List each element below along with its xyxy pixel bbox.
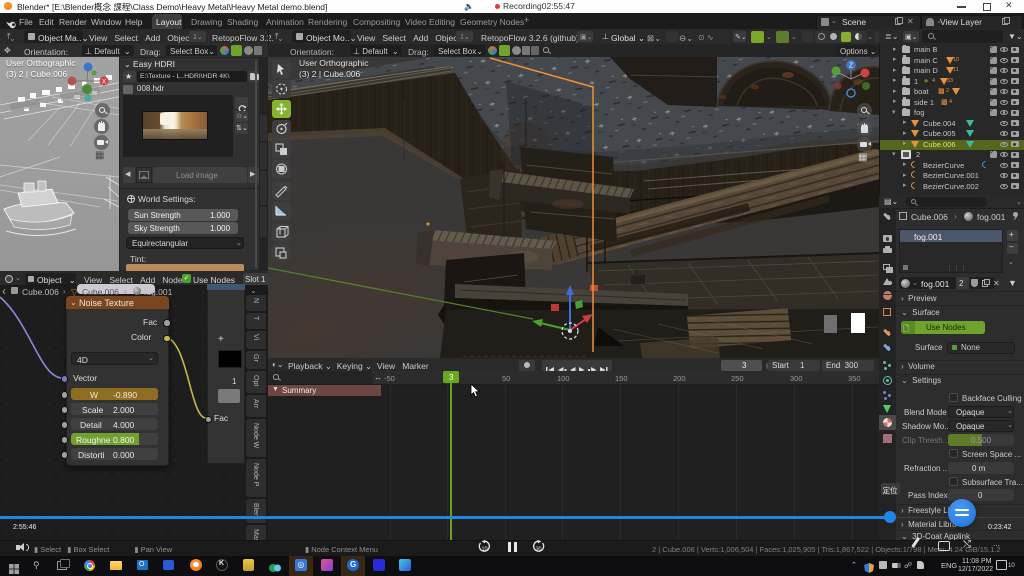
svg-text:30: 30 [535,547,541,553]
svg-text:X: X [102,79,107,86]
svg-text:10: 10 [481,547,487,553]
svg-text:Z: Z [849,63,854,70]
